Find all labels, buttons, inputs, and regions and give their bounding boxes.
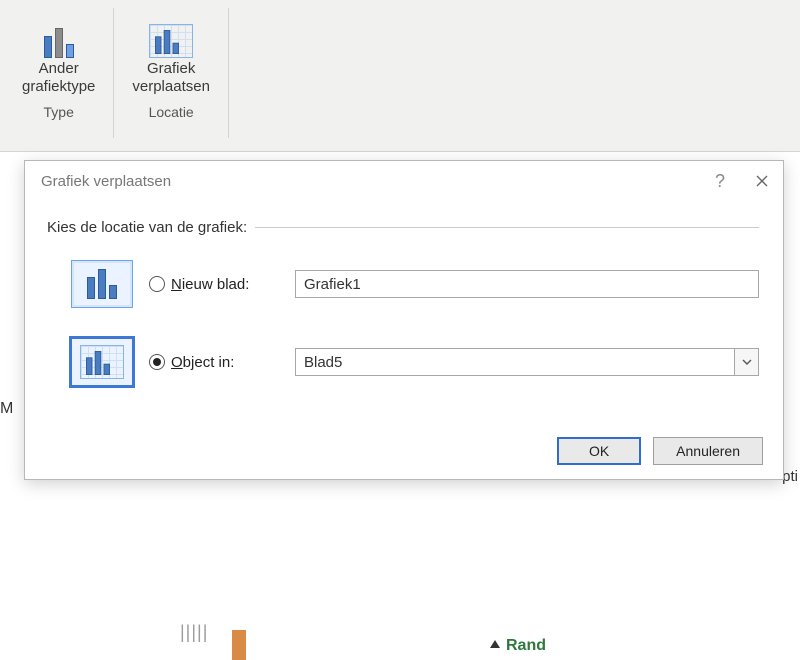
move-chart-label: Grafiek verplaatsen bbox=[132, 60, 210, 96]
new-sheet-radio[interactable]: Nieuw blad: bbox=[149, 276, 279, 293]
expand-triangle-icon bbox=[490, 640, 500, 648]
combo-dropdown-button[interactable] bbox=[735, 348, 759, 376]
option-object-in-row: Object in: bbox=[71, 338, 759, 386]
dialog-legend-row: Kies de locatie van de grafiek: bbox=[47, 219, 759, 236]
ribbon-group-location-label: Locatie bbox=[149, 104, 194, 120]
object-in-combo[interactable] bbox=[295, 348, 759, 376]
ribbon-separator bbox=[228, 8, 229, 138]
bg-bar bbox=[232, 630, 246, 660]
ribbon-group-type-label: Type bbox=[44, 104, 74, 120]
radio-icon bbox=[149, 354, 165, 370]
dialog-legend: Kies de locatie van de grafiek: bbox=[47, 219, 255, 236]
ok-button[interactable]: OK bbox=[557, 437, 641, 465]
new-sheet-name-input[interactable] bbox=[295, 270, 759, 298]
ribbon-group-type: Ander grafiektype Type bbox=[8, 6, 109, 120]
dialog-button-row: OK Annuleren bbox=[557, 437, 763, 465]
object-in-value[interactable] bbox=[295, 348, 735, 376]
ok-button-label: OK bbox=[589, 443, 609, 459]
object-in-radio[interactable]: Object in: bbox=[149, 354, 279, 371]
object-in-thumbnail-icon[interactable] bbox=[71, 338, 133, 386]
option-new-sheet-row: Nieuw blad: bbox=[71, 260, 759, 308]
help-icon: ? bbox=[715, 171, 725, 192]
move-chart-icon bbox=[145, 10, 197, 58]
bg-collapsed-group[interactable]: Rand bbox=[490, 637, 546, 655]
change-chart-type-icon bbox=[33, 10, 85, 58]
new-sheet-radio-label: Nieuw blad: bbox=[171, 276, 249, 293]
close-icon bbox=[755, 174, 769, 188]
move-chart-dialog: Grafiek verplaatsen ? Kies de locatie va… bbox=[24, 160, 784, 480]
dialog-titlebar[interactable]: Grafiek verplaatsen ? bbox=[25, 161, 783, 201]
bg-dividers: | | | | | bbox=[180, 622, 205, 643]
cancel-button-label: Annuleren bbox=[676, 443, 740, 459]
ribbon-separator bbox=[113, 8, 114, 138]
bg-fragment: pti bbox=[782, 468, 798, 485]
change-chart-type-button[interactable]: Ander grafiektype bbox=[16, 6, 101, 96]
change-chart-type-label: Ander grafiektype bbox=[22, 60, 95, 96]
dialog-help-button[interactable]: ? bbox=[699, 161, 741, 201]
object-in-radio-label: Object in: bbox=[171, 354, 234, 371]
radio-icon bbox=[149, 276, 165, 292]
ribbon-group-location: Grafiek verplaatsen Locatie bbox=[118, 6, 224, 120]
dialog-title: Grafiek verplaatsen bbox=[41, 173, 171, 190]
cancel-button[interactable]: Annuleren bbox=[653, 437, 763, 465]
move-chart-button[interactable]: Grafiek verplaatsen bbox=[126, 6, 216, 96]
chevron-down-icon bbox=[742, 357, 752, 367]
ribbon: Ander grafiektype Type Grafiek verplaats… bbox=[0, 0, 800, 152]
bg-letter: M bbox=[0, 400, 13, 418]
bg-collapsed-label: Rand bbox=[506, 637, 546, 655]
new-sheet-thumbnail-icon[interactable] bbox=[71, 260, 133, 308]
dialog-close-button[interactable] bbox=[741, 161, 783, 201]
